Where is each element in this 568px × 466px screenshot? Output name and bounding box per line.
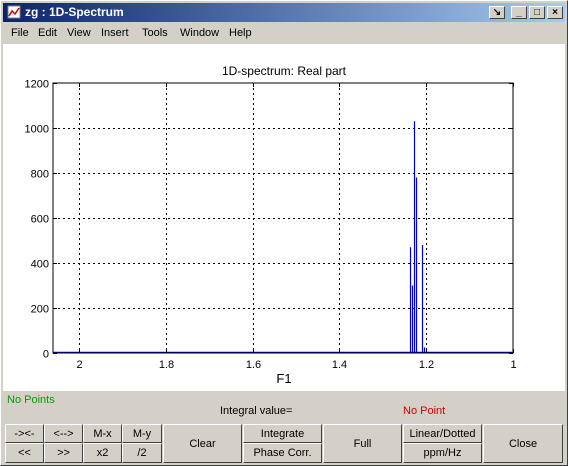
spectrum-chart: 1D-spectrum: Real part 2.82.62.42.221.81… [0, 64, 517, 386]
maximize-button[interactable]: □ [529, 6, 545, 19]
point-status: No Point [403, 405, 446, 417]
y-tick-label: 1000 [25, 124, 49, 136]
app-window: zg : 1D-Spectrum ↘ _ □ × File Edit View … [0, 0, 568, 466]
full-button[interactable]: Full [323, 424, 402, 463]
x-tick-label: 2 [76, 359, 82, 371]
y-tick-label: 1200 [25, 79, 49, 91]
menu-edit[interactable]: Edit [38, 26, 57, 40]
y-tick-label: 200 [31, 304, 49, 316]
menu-help[interactable]: Help [229, 26, 252, 40]
y-tick-label: 0 [43, 349, 49, 361]
control-panel: No Points Integral value= No Point -><- … [3, 391, 565, 465]
x-tick-label: 1.4 [332, 359, 347, 371]
integral-value-label: Integral value= [220, 405, 293, 417]
x-tick-label: 1.8 [159, 359, 174, 371]
menu-view[interactable]: View [67, 26, 91, 40]
x-tick-label: 1.6 [246, 359, 261, 371]
y-tick-label: 400 [31, 259, 49, 271]
scroll-right-button[interactable]: >> [44, 443, 83, 463]
y-tick-label: 800 [31, 169, 49, 181]
matlab-figure-icon [7, 5, 21, 19]
shift-out-button[interactable]: <--> [44, 424, 83, 443]
chart-title: 1D-spectrum: Real part [222, 64, 347, 78]
y-tick-label: 600 [31, 214, 49, 226]
close-button[interactable]: Close [483, 424, 563, 463]
minimize-button[interactable]: _ [511, 6, 527, 19]
x-tick-label: 1 [510, 359, 516, 371]
close-window-button[interactable]: × [547, 6, 563, 19]
ppm-hz-button[interactable]: ppm/Hz [403, 443, 482, 463]
phase-correction-button[interactable]: Phase Corr. [243, 443, 322, 463]
clear-button[interactable]: Clear [163, 424, 242, 463]
menu-file[interactable]: File [11, 26, 29, 40]
points-status: No Points [7, 394, 55, 406]
scroll-left-button[interactable]: << [5, 443, 44, 463]
menu-window[interactable]: Window [180, 26, 219, 40]
menu-tools[interactable]: Tools [142, 26, 168, 40]
zoom-x2-button[interactable]: x2 [83, 443, 122, 463]
x-axis-label: F1 [276, 371, 291, 386]
my-button[interactable]: M-y [122, 424, 162, 443]
dock-button[interactable]: ↘ [489, 6, 505, 19]
title-bar[interactable]: zg : 1D-Spectrum ↘ _ □ × [3, 3, 565, 22]
zoom-half-button[interactable]: /2 [122, 443, 162, 463]
figure-area: 1D-spectrum: Real part 2.82.62.42.221.81… [0, 44, 565, 419]
window-title: zg : 1D-Spectrum [25, 5, 124, 19]
menu-bar: File Edit View Insert Tools Window Help [3, 23, 565, 43]
linear-dotted-button[interactable]: Linear/Dotted [403, 424, 482, 443]
menu-insert[interactable]: Insert [101, 26, 129, 40]
x-tick-label: 1.2 [419, 359, 434, 371]
shift-left-in-button[interactable]: -><- [5, 424, 44, 443]
integrate-button[interactable]: Integrate [243, 424, 322, 443]
mx-button[interactable]: M-x [83, 424, 122, 443]
